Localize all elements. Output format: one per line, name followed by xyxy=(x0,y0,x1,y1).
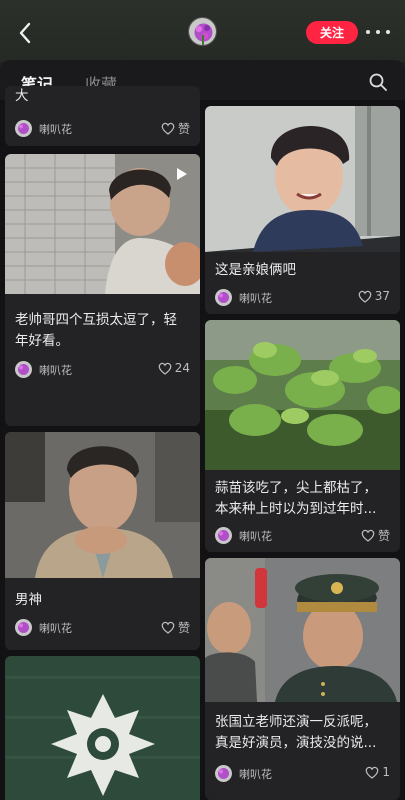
note-cover-image xyxy=(205,320,400,470)
author-avatar[interactable] xyxy=(15,361,32,378)
note-card[interactable] xyxy=(5,656,200,800)
note-title: 老帅哥四个互损太逗了，轻年好看。 xyxy=(15,312,177,349)
more-dots-icon xyxy=(366,30,370,34)
note-card[interactable]: 大 喇叭花 赞 xyxy=(5,86,200,146)
search-icon xyxy=(369,73,387,91)
notes-feed[interactable]: 大 喇叭花 赞 老帅哥四个互损太逗了，轻年好看。 喇叭花 24 男神 喇叭花 赞… xyxy=(0,86,405,800)
note-meta: 喇叭花 24 xyxy=(15,360,190,380)
chevron-left-icon xyxy=(19,22,31,44)
note-title: 张国立老师还演一反派呢，真是好演员，演技没的说... xyxy=(215,714,377,751)
note-meta: 喇叭花 赞 xyxy=(15,119,190,139)
author-name[interactable]: 喇叭花 xyxy=(39,362,72,378)
heart-icon xyxy=(361,529,375,542)
like-count: 赞 xyxy=(377,529,390,543)
like-count: 24 xyxy=(174,361,190,375)
note-cover-image xyxy=(205,106,400,252)
author-avatar[interactable] xyxy=(15,619,32,636)
author-avatar[interactable] xyxy=(215,289,232,306)
author-name[interactable]: 喇叭花 xyxy=(39,121,72,137)
search-button[interactable] xyxy=(368,72,388,92)
top-bar: 关注 xyxy=(0,0,405,62)
like-button[interactable]: 37 xyxy=(358,289,390,303)
profile-avatar[interactable] xyxy=(188,17,217,46)
like-button[interactable]: 赞 xyxy=(161,120,190,137)
note-title: 这是亲娘俩吧 xyxy=(215,262,296,278)
like-count: 1 xyxy=(382,765,390,779)
like-button[interactable]: 24 xyxy=(158,361,190,375)
note-cover-image xyxy=(5,656,200,800)
heart-icon xyxy=(161,122,175,135)
like-count: 赞 xyxy=(177,621,190,635)
note-cover-image xyxy=(205,558,400,702)
note-meta: 喇叭花 1 xyxy=(215,764,390,784)
note-card[interactable]: 张国立老师还演一反派呢，真是好演员，演技没的说... 喇叭花 1 xyxy=(205,558,400,800)
author-name[interactable]: 喇叭花 xyxy=(239,290,272,306)
author-avatar[interactable] xyxy=(215,765,232,782)
back-button[interactable] xyxy=(12,18,38,48)
heart-icon xyxy=(158,362,172,375)
note-title: 男神 xyxy=(15,592,42,608)
video-play-icon xyxy=(174,166,190,182)
heart-icon xyxy=(366,766,379,779)
author-avatar[interactable] xyxy=(215,527,232,544)
author-avatar[interactable] xyxy=(15,120,32,137)
like-count: 赞 xyxy=(177,122,190,136)
heart-icon xyxy=(358,290,372,303)
note-title: 大 xyxy=(15,88,29,104)
follow-button[interactable]: 关注 xyxy=(306,21,358,44)
like-button[interactable]: 1 xyxy=(365,765,390,779)
note-card[interactable]: 这是亲娘俩吧 喇叭花 37 xyxy=(205,106,400,314)
like-count: 37 xyxy=(374,289,390,303)
note-card[interactable]: 男神 喇叭花 赞 xyxy=(5,432,200,650)
author-name[interactable]: 喇叭花 xyxy=(39,620,72,636)
note-title: 蒜苗该吃了，尖上都枯了，本来种上时以为到过年时... xyxy=(215,480,377,517)
note-cover-image xyxy=(5,432,200,578)
note-cover-image xyxy=(5,154,200,294)
more-button[interactable] xyxy=(366,22,390,42)
note-meta: 喇叭花 赞 xyxy=(215,526,390,546)
like-button[interactable]: 赞 xyxy=(161,619,190,636)
note-meta: 喇叭花 赞 xyxy=(15,618,190,638)
notes-panel: 笔记 收藏 大 喇叭花 赞 老帅哥四个互损太逗了，轻年好看。 喇叭花 24 男神… xyxy=(0,60,405,800)
note-card[interactable]: 蒜苗该吃了，尖上都枯了，本来种上时以为到过年时... 喇叭花 赞 xyxy=(205,320,400,552)
like-button[interactable]: 赞 xyxy=(361,527,390,544)
note-meta: 喇叭花 37 xyxy=(215,288,390,308)
heart-icon xyxy=(161,621,175,634)
note-card[interactable]: 老帅哥四个互损太逗了，轻年好看。 喇叭花 24 xyxy=(5,154,200,426)
author-name[interactable]: 喇叭花 xyxy=(239,528,272,544)
author-name[interactable]: 喇叭花 xyxy=(239,766,272,782)
